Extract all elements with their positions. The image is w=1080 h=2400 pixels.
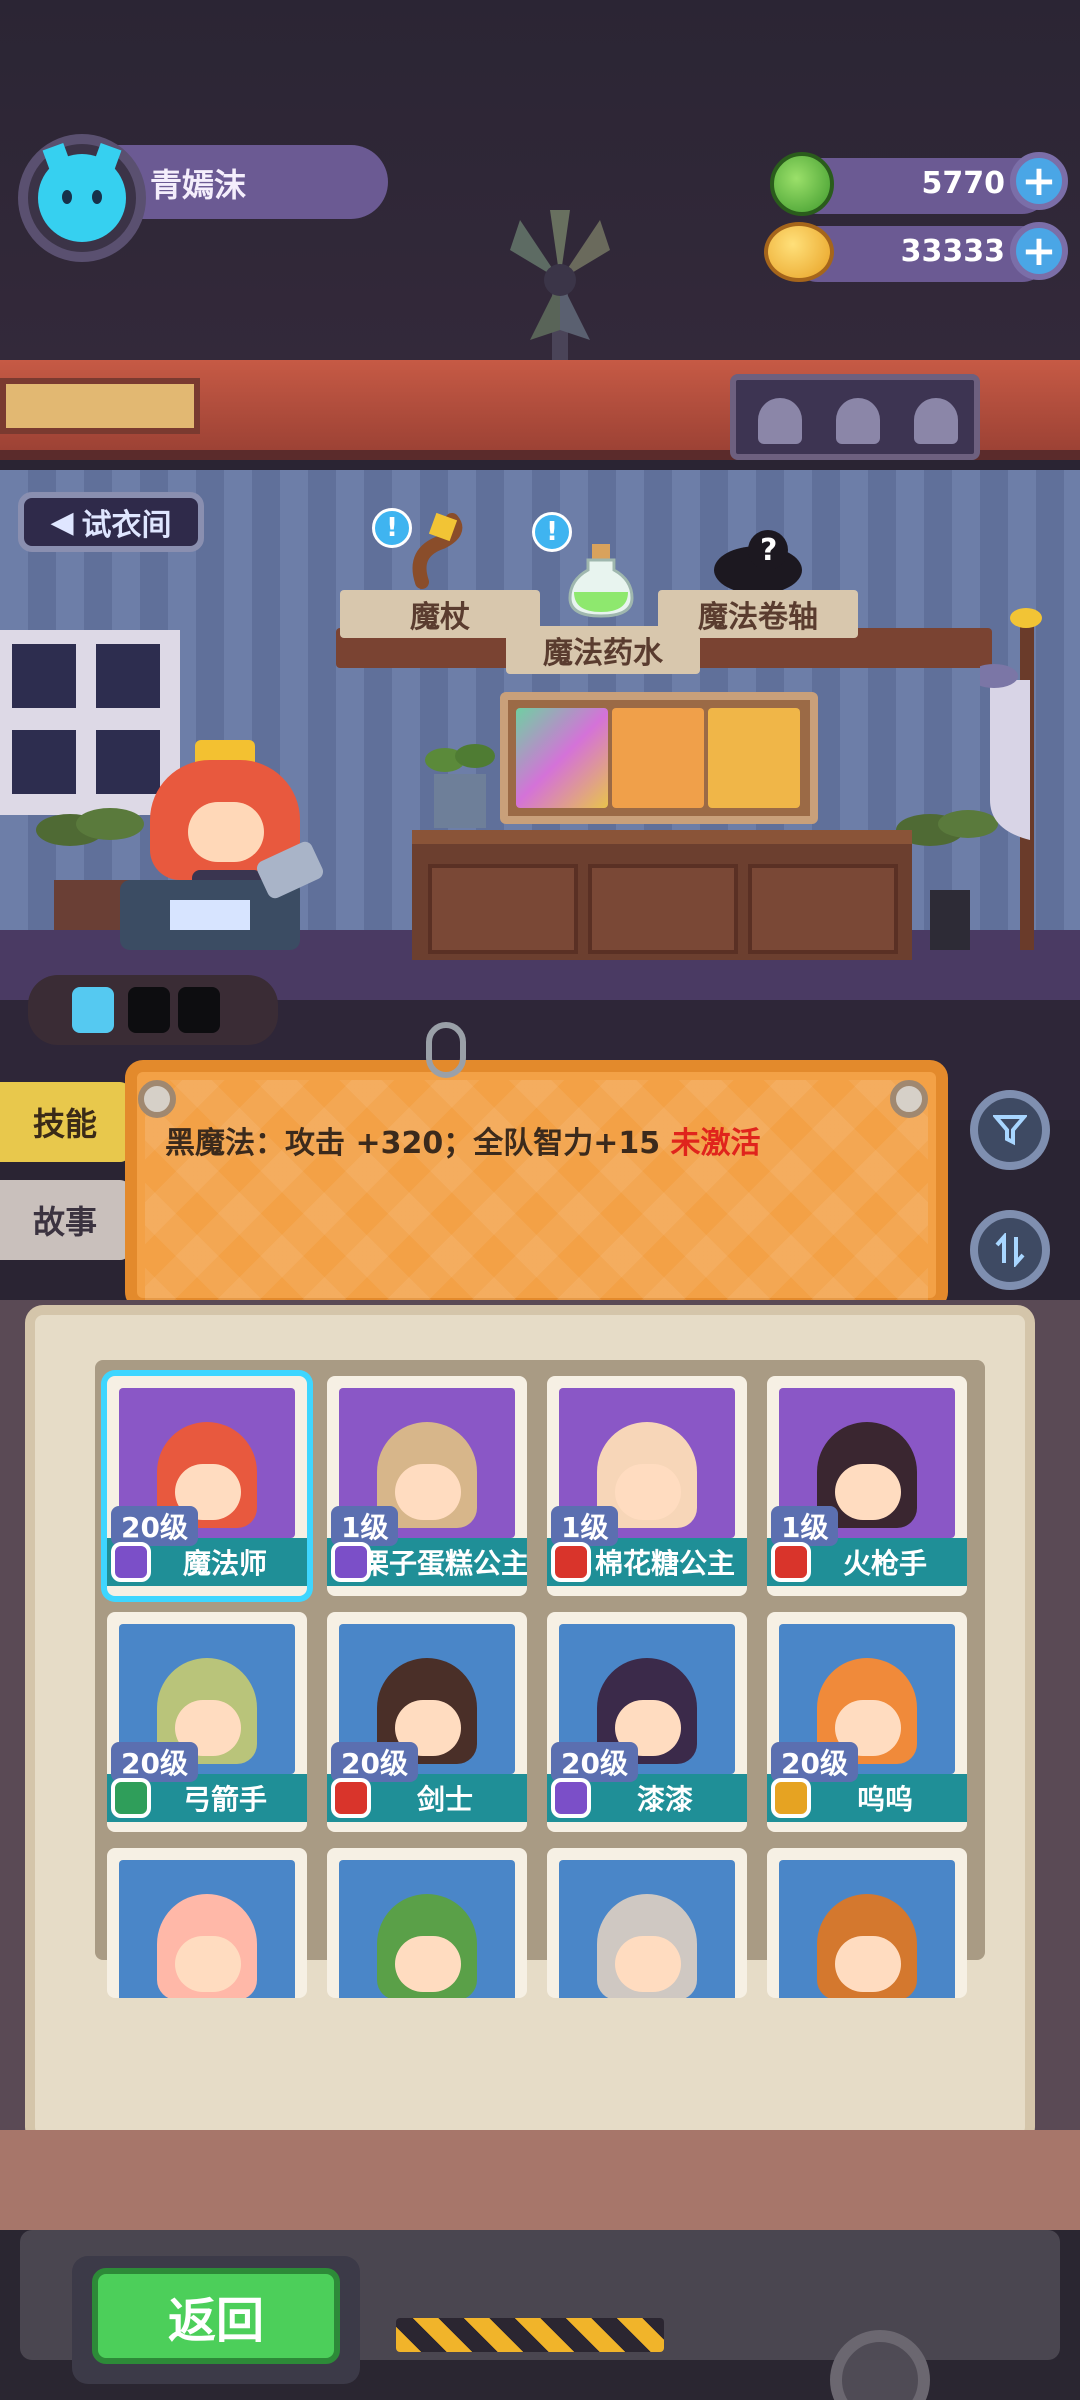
hero-card[interactable]: 1级 栗子蛋糕公主 [327, 1376, 527, 1596]
skill-slots [28, 975, 278, 1045]
skill-text: 黑魔法：攻击 +320；全队智力+15 [165, 1126, 661, 1161]
energy-icon[interactable] [72, 987, 114, 1033]
hero-card[interactable]: 20级 呜呜 [767, 1612, 967, 1832]
locked-costume-slot[interactable] [708, 708, 800, 808]
hero-class-icon [551, 1542, 591, 1582]
hero-class-icon [331, 1778, 371, 1818]
pin-icon [890, 1080, 928, 1118]
hero-level-badge: 20级 [771, 1742, 858, 1782]
coat-rack-decoration [980, 608, 1042, 950]
hero-class-icon [551, 1778, 591, 1818]
locked-costume-slot[interactable] [516, 708, 608, 808]
potion-icon[interactable] [566, 542, 636, 618]
filter-button[interactable] [970, 1090, 1050, 1170]
fan-icon [510, 210, 610, 360]
skill-panel-pattern [145, 1080, 928, 1310]
paperclip-icon [426, 1022, 466, 1078]
hero-level-badge: 20级 [111, 1742, 198, 1782]
hero-level-badge: 1级 [331, 1506, 399, 1546]
skill-description: 黑魔法：攻击 +320；全队智力+15 未激活 [165, 1118, 761, 1162]
hero-card[interactable]: 20级 弓箭手 [107, 1612, 307, 1832]
hero-card[interactable]: 1级 火枪手 [767, 1376, 967, 1596]
arrow-left-icon: ◀ [50, 504, 74, 540]
hero-class-icon [111, 1778, 151, 1818]
hero-level-badge: 20级 [111, 1506, 198, 1546]
coin-value: 33333 [900, 234, 1005, 269]
hero-class-icon [771, 1778, 811, 1818]
tab-skills[interactable]: 技能 [0, 1082, 130, 1162]
hero-face [615, 1936, 681, 1992]
ghost-icon [914, 398, 958, 444]
hero-portrait [779, 1860, 955, 1998]
hero-portrait [339, 1860, 515, 1998]
hero-face [395, 1936, 461, 1992]
empty-slot[interactable] [128, 987, 170, 1033]
hero-card[interactable] [767, 1848, 967, 1998]
hero-level-badge: 1级 [551, 1506, 619, 1546]
hero-card[interactable]: 1级 棉花糖公主 [547, 1376, 747, 1596]
coin-icon [764, 222, 834, 282]
fitting-room-button[interactable]: ◀ 试衣间 [18, 492, 204, 552]
machine-decoration [120, 841, 324, 950]
desk [412, 830, 912, 960]
costume-frame [500, 692, 818, 824]
empty-slot[interactable] [178, 987, 220, 1033]
sort-icon [995, 1233, 1025, 1267]
scroll-label[interactable]: 魔法卷轴 [658, 590, 858, 638]
fitting-room-label: 试衣间 [81, 508, 172, 543]
hazard-stripe [396, 2318, 664, 2352]
vent-decoration [0, 378, 200, 434]
scroll-icon[interactable]: ? [708, 520, 808, 600]
hero-card[interactable]: 20级 剑士 [327, 1612, 527, 1832]
hero-level-badge: 1级 [771, 1506, 839, 1546]
ghost-icon [758, 398, 802, 444]
back-button[interactable]: 返回 [92, 2268, 340, 2364]
gem-icon [770, 152, 834, 216]
hero-portrait [559, 1860, 735, 1998]
ghost-display [730, 374, 980, 460]
hero-level-badge: 20级 [331, 1742, 418, 1782]
filter-icon [993, 1115, 1027, 1146]
skill-status: 未激活 [670, 1126, 761, 1161]
hero-card[interactable]: 20级 魔法师 [107, 1376, 307, 1596]
hero-card[interactable]: 20级 漆漆 [547, 1612, 747, 1832]
ghost-icon [836, 398, 880, 444]
plant-decoration [425, 744, 495, 828]
hero-class-icon [111, 1542, 151, 1582]
faded-row-placeholder [220, 2010, 980, 2040]
hero-portrait [119, 1860, 295, 1998]
player-name: 青嫣沫 [150, 166, 247, 204]
hero-class-icon [331, 1542, 371, 1582]
add-gem-button[interactable]: + [1010, 152, 1068, 210]
hero-class-icon [771, 1542, 811, 1582]
hero-face [175, 1936, 241, 1992]
hero-face [395, 1464, 461, 1520]
gem-value: 5770 [921, 166, 1006, 201]
hero-face [835, 1936, 901, 1992]
current-costume-slot[interactable] [612, 708, 704, 808]
cat-avatar-icon [38, 154, 126, 242]
svg-text:?: ? [760, 533, 777, 568]
hero-card[interactable] [547, 1848, 747, 1998]
wand-icon[interactable] [402, 512, 492, 592]
add-coin-button[interactable]: + [1010, 222, 1068, 280]
sort-button[interactable] [970, 1210, 1050, 1290]
hero-level-badge: 20级 [551, 1742, 638, 1782]
hero-grid: 20级 魔法师 1级 栗子蛋糕公主 1级 棉花糖公主 1级 火枪手 20级 弓箭手 20级 剑士 20级… [95, 1360, 985, 1998]
hero-card[interactable] [327, 1848, 527, 1998]
hero-card[interactable] [107, 1848, 307, 1998]
hero-face [615, 1464, 681, 1520]
tab-story[interactable]: 故事 [0, 1180, 130, 1260]
pin-icon [138, 1080, 176, 1118]
hero-face [835, 1464, 901, 1520]
